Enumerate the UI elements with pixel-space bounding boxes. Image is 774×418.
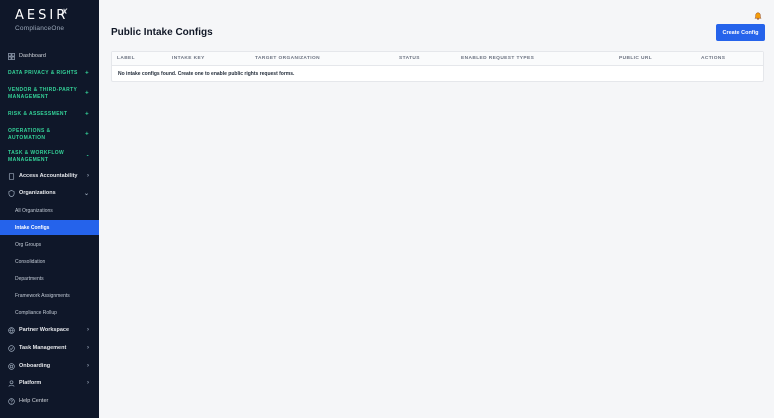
chevron-right-icon: › — [87, 363, 89, 369]
help-icon — [8, 397, 15, 405]
document-icon — [8, 172, 15, 180]
section-label: DATA PRIVACY & RIGHTS — [8, 70, 78, 76]
sidebar-item-label: Platform — [19, 380, 42, 386]
sidebar-item-label: Organizations — [19, 190, 56, 196]
sidebar-item-consolidation[interactable]: Consolidation — [0, 254, 99, 269]
sidebar-item-all-organizations[interactable]: All Organizations — [0, 203, 99, 218]
column-header-target-organization: TARGET ORGANIZATION — [255, 56, 320, 61]
sidebar-item-label: Partner Workspace — [19, 327, 70, 333]
sidebar-item-label: Intake Configs — [15, 224, 50, 231]
grid-icon — [8, 52, 15, 60]
sidebar-item-label: Org Groups — [15, 241, 42, 248]
sidebar-item-label: Dashboard — [19, 53, 46, 59]
create-config-button[interactable]: Create Config — [716, 24, 765, 41]
column-header-label: LABEL — [117, 56, 135, 61]
sidebar-item-departments[interactable]: Departments — [0, 271, 99, 286]
sidebar-item-label: All Organizations — [15, 207, 53, 214]
collapse-icon: - — [86, 153, 89, 160]
section-label: VENDOR & THIRD-PARTY MANAGEMENT — [8, 87, 78, 100]
sidebar-item-task-management[interactable]: Task Management › — [0, 344, 99, 352]
section-label: RISK & ASSESSMENT — [8, 111, 68, 117]
sidebar-item-label: Onboarding — [19, 363, 51, 369]
brand-subtitle: ComplianceOne — [15, 25, 65, 32]
sidebar-item-dashboard[interactable]: Dashboard — [0, 52, 99, 60]
globe-icon — [8, 326, 15, 334]
brand-logo[interactable]: AESIR ComplianceOne ✗ — [15, 7, 69, 32]
sidebar-item-platform[interactable]: Platform › — [0, 379, 99, 387]
chevron-right-icon: › — [87, 380, 89, 386]
user-icon — [8, 379, 15, 387]
expand-icon: + — [85, 90, 89, 97]
shield-icon — [8, 189, 15, 197]
chevron-down-icon: ⌄ — [83, 190, 89, 197]
section-label: OPERATIONS & AUTOMATION — [8, 128, 51, 141]
sidebar-item-label: Departments — [15, 275, 44, 282]
page-title: Public Intake Configs — [111, 27, 213, 38]
section-vendor[interactable]: VENDOR & THIRD-PARTY MANAGEMENT + — [8, 87, 99, 101]
column-header-public-url: PUBLIC URL — [619, 56, 653, 61]
column-header-intake-key: INTAKE KEY — [172, 56, 205, 61]
chevron-right-icon: › — [87, 327, 89, 333]
brand-mark-icon: ✗ — [61, 7, 69, 17]
section-risk[interactable]: RISK & ASSESSMENT + — [8, 111, 99, 118]
section-data-privacy[interactable]: DATA PRIVACY & RIGHTS + — [8, 70, 99, 77]
column-header-enabled-request-types: ENABLED REQUEST TYPES — [461, 56, 535, 61]
check-circle-icon — [8, 344, 15, 352]
sidebar-item-label: Compliance Rollup — [15, 309, 57, 316]
column-header-status: STATUS — [399, 56, 420, 61]
expand-icon: + — [85, 70, 89, 76]
section-label: TASK & WORKFLOW MANAGEMENT — [8, 150, 65, 163]
sidebar-item-intake-configs[interactable]: Intake Configs — [0, 220, 99, 235]
sidebar-item-organizations[interactable]: Organizations ⌄ — [0, 189, 99, 197]
column-header-actions: ACTIONS — [701, 56, 726, 61]
main-content: Public Intake Configs Create Config LABE… — [99, 0, 774, 418]
target-icon — [8, 362, 15, 370]
sidebar-item-label: Help Center — [19, 398, 49, 404]
sidebar-item-org-groups[interactable]: Org Groups — [0, 237, 99, 252]
sidebar-item-compliance-rollup[interactable]: Compliance Rollup — [0, 305, 99, 320]
expand-icon: + — [85, 131, 89, 138]
empty-state-message: No intake configs found. Create one to e… — [118, 71, 295, 77]
chevron-right-icon: › — [87, 173, 89, 179]
sidebar-item-label: Access Accountability — [19, 173, 78, 179]
section-operations[interactable]: OPERATIONS & AUTOMATION + — [8, 128, 99, 142]
sidebar-item-label: Framework Assignments — [15, 292, 70, 299]
sidebar-item-help-center[interactable]: Help Center — [0, 397, 99, 405]
sidebar-item-framework-assignments[interactable]: Framework Assignments — [0, 288, 99, 303]
sidebar-item-partner-workspace[interactable]: Partner Workspace › — [0, 326, 99, 334]
sidebar-item-onboarding[interactable]: Onboarding › — [0, 362, 99, 370]
table-header: LABEL INTAKE KEY TARGET ORGANIZATION STA… — [112, 52, 763, 66]
sidebar-item-access-accountability[interactable]: Access Accountability › — [0, 172, 99, 180]
expand-icon: + — [85, 111, 89, 117]
sidebar: AESIR ComplianceOne ✗ Dashboard DATA PRI… — [0, 0, 99, 418]
sidebar-item-label: Consolidation — [15, 258, 46, 265]
intake-configs-table: LABEL INTAKE KEY TARGET ORGANIZATION STA… — [111, 51, 764, 82]
notification-bell-icon[interactable] — [754, 7, 762, 20]
section-task-workflow[interactable]: TASK & WORKFLOW MANAGEMENT - — [8, 150, 99, 164]
sidebar-item-label: Task Management — [19, 345, 67, 351]
chevron-right-icon: › — [87, 345, 89, 351]
